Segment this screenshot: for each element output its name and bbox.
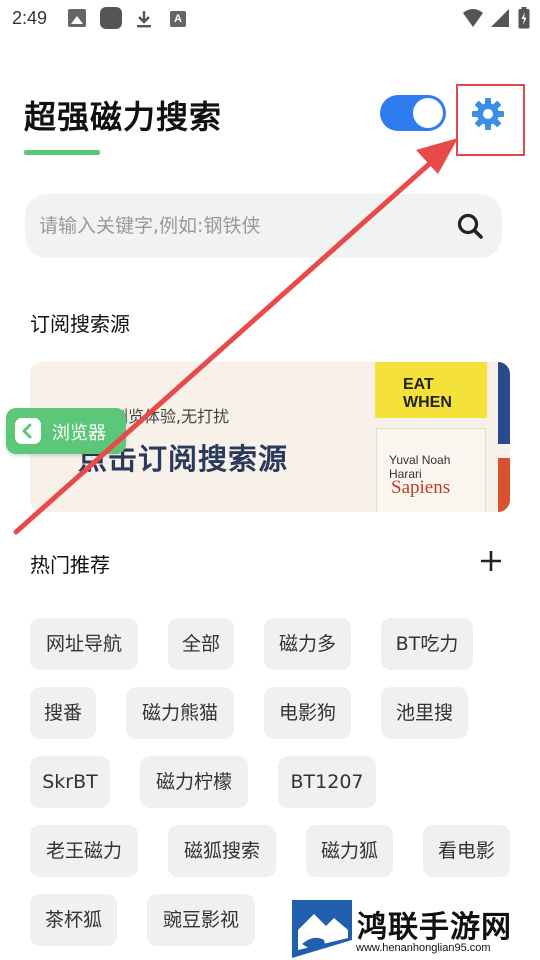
app-screen: 2:49 A 超强磁力搜索 请输入关键字,例如:钢铁侠 订阅搜索源 超强浏览体验… — [0, 0, 540, 960]
tag-item[interactable]: 磁力熊猫 — [126, 687, 234, 739]
search-icon[interactable] — [456, 212, 484, 240]
book-cover-sapiens: Yuval Noah Harari Sapiens — [376, 428, 486, 512]
book1-title: EAT WHEN — [403, 376, 452, 411]
title-underline — [24, 150, 100, 155]
search-input[interactable] — [39, 208, 439, 244]
tag-item[interactable]: 老王磁力 — [30, 825, 138, 877]
tag-item[interactable]: 网址导航 — [30, 618, 138, 670]
subscribe-section-title: 订阅搜索源 — [30, 312, 130, 336]
tag-item[interactable]: 磁狐搜索 — [168, 825, 276, 877]
app-icon — [100, 7, 122, 29]
book-cover-eat-when: EAT WHEN — [375, 362, 487, 418]
tag-item[interactable]: 茶杯狐 — [30, 894, 117, 946]
battery-icon — [518, 7, 530, 29]
search-bar — [25, 194, 502, 258]
browser-button[interactable]: 浏览器 — [6, 408, 126, 454]
mode-toggle[interactable] — [380, 95, 446, 131]
watermark-name: 鸿联手游网 — [357, 910, 512, 945]
hot-section-title: 热门推荐 — [30, 553, 110, 577]
tag-item[interactable]: 池里搜 — [381, 687, 468, 739]
signal-icon — [491, 9, 509, 27]
status-time: 2:49 — [12, 8, 48, 28]
book-spine-blue — [498, 362, 510, 444]
tag-item[interactable]: 全部 — [168, 618, 234, 670]
download-icon — [137, 11, 151, 28]
tag-item[interactable]: BT吃力 — [381, 618, 473, 670]
font-icon: A — [170, 11, 186, 27]
tag-item[interactable]: 电影狗 — [264, 687, 351, 739]
toggle-knob — [413, 98, 443, 128]
tag-item[interactable]: 磁力柠檬 — [140, 756, 248, 808]
tag-item[interactable]: SkrBT — [30, 756, 110, 808]
tag-item[interactable]: 豌豆影视 — [147, 894, 255, 946]
gear-icon[interactable] — [470, 96, 506, 132]
tag-item[interactable]: 搜番 — [30, 687, 96, 739]
status-bar: 2:49 A — [0, 0, 540, 38]
watermark-logo — [292, 900, 352, 958]
book-spine-orange — [498, 458, 510, 512]
browser-button-label: 浏览器 — [52, 423, 106, 444]
tag-item[interactable]: 磁力狐 — [306, 825, 393, 877]
wifi-icon — [463, 9, 483, 27]
back-arrow-icon — [15, 418, 41, 444]
book2-title: Sapiens — [391, 477, 451, 498]
add-icon[interactable] — [477, 547, 505, 575]
tag-item[interactable]: BT1207 — [278, 756, 376, 808]
page-title: 超强磁力搜索 — [24, 98, 223, 136]
watermark-url: www.henanhonglian95.com — [356, 942, 491, 954]
image-icon — [68, 9, 86, 27]
tag-item[interactable]: 看电影 — [423, 825, 510, 877]
tag-item[interactable]: 磁力多 — [264, 618, 351, 670]
